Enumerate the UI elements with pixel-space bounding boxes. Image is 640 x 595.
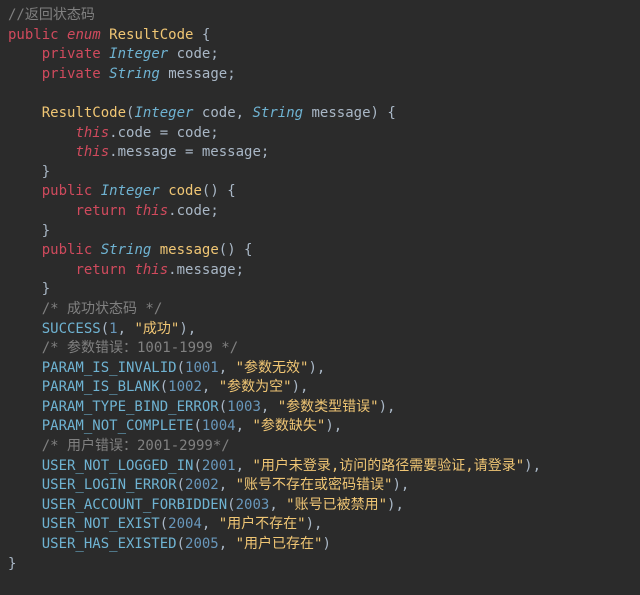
kw-private: private — [42, 66, 101, 82]
ret-msg: .message; — [168, 262, 244, 278]
kw-return: return — [75, 262, 126, 278]
kw-public: public — [42, 183, 93, 199]
ctor-name: ResultCode — [42, 105, 126, 121]
kw-public: public — [8, 27, 59, 43]
brace-close: } — [42, 164, 50, 180]
enum-user-forbidden: USER_ACCOUNT_FORBIDDEN — [42, 497, 227, 513]
kw-private: private — [42, 46, 101, 62]
enum-param-type: PARAM_TYPE_BIND_ERROR — [42, 399, 219, 415]
kw-this: this — [75, 125, 109, 141]
comment-success: /* 成功状态码 */ — [42, 301, 163, 317]
enum-user-not-logged: USER_NOT_LOGGED_IN — [42, 458, 194, 474]
method-message: message — [160, 242, 219, 258]
type-integer: Integer — [109, 46, 168, 62]
assign-code: .code = code; — [109, 125, 219, 141]
field-code: code — [177, 46, 211, 62]
enum-param-not-complete: PARAM_NOT_COMPLETE — [42, 418, 194, 434]
enum-user-not-exist: USER_NOT_EXIST — [42, 516, 160, 532]
brace-close: } — [42, 223, 50, 239]
kw-this: this — [75, 144, 109, 160]
enum-success: SUCCESS — [42, 321, 101, 337]
enum-param-blank: PARAM_IS_BLANK — [42, 379, 160, 395]
enum-user-has-existed: USER_HAS_EXISTED — [42, 536, 177, 552]
brace-close-final: } — [8, 556, 16, 572]
enum-user-login-err: USER_LOGIN_ERROR — [42, 477, 177, 493]
type-string: String — [101, 242, 152, 258]
type-integer: Integer — [101, 183, 160, 199]
brace-close: } — [42, 281, 50, 297]
kw-this: this — [134, 203, 168, 219]
method-code: code — [168, 183, 202, 199]
class-name: ResultCode — [109, 27, 193, 43]
ret-code: .code; — [168, 203, 219, 219]
kw-this: this — [134, 262, 168, 278]
field-message: message — [168, 66, 227, 82]
enum-param-invalid: PARAM_IS_INVALID — [42, 360, 177, 376]
kw-public: public — [42, 242, 93, 258]
comment-top: //返回状态码 — [8, 7, 95, 23]
brace-open: { — [202, 27, 210, 43]
code-block: //返回状态码 public enum ResultCode { private… — [0, 0, 640, 580]
kw-return: return — [75, 203, 126, 219]
assign-msg: .message = message; — [109, 144, 269, 160]
comment-param: /* 参数错误：1001-1999 */ — [42, 340, 238, 356]
kw-enum: enum — [67, 27, 101, 43]
type-string: String — [109, 66, 160, 82]
comment-user: /* 用户错误：2001-2999*/ — [42, 438, 230, 454]
